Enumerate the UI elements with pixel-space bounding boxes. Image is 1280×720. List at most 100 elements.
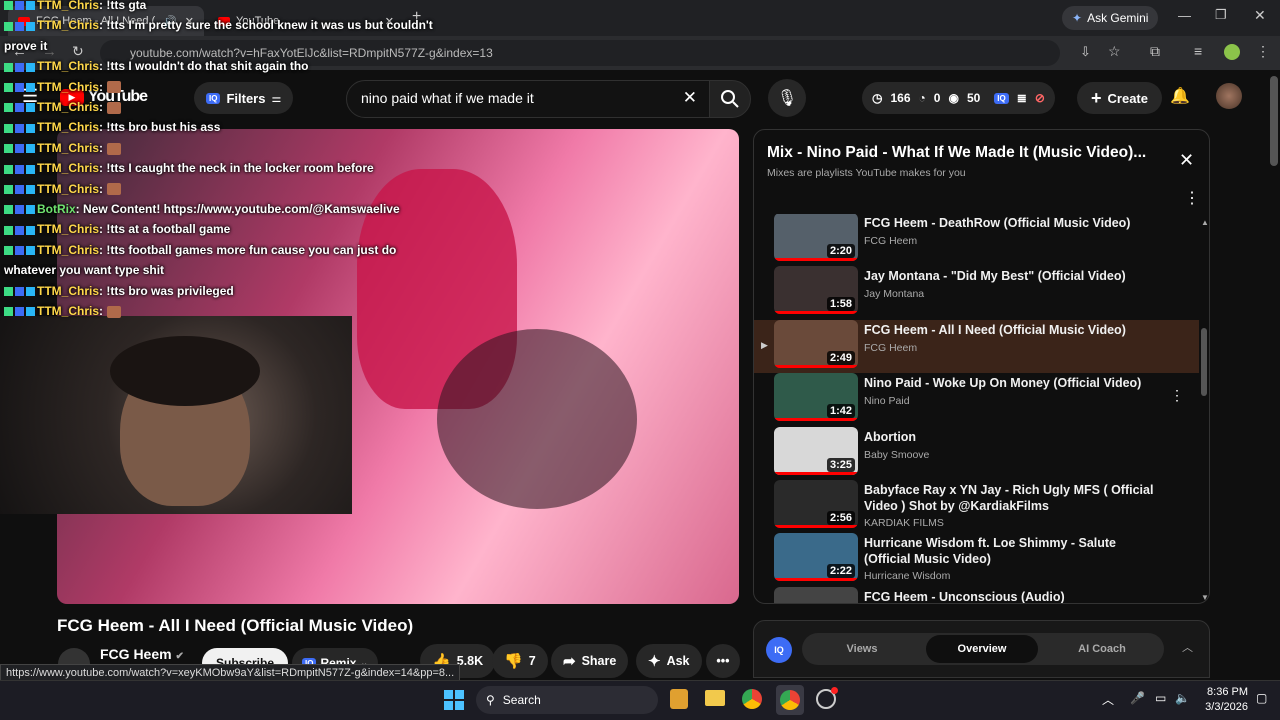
video-thumbnail[interactable] bbox=[774, 586, 858, 603]
chat-text: : !tts bro was privileged bbox=[99, 283, 234, 298]
chat-message: TTM_Chris: bbox=[4, 100, 122, 114]
video-thumbnail[interactable]: 2:22 bbox=[774, 533, 858, 582]
more-actions-button[interactable]: ••• bbox=[706, 644, 740, 678]
iq-badge-icon bbox=[15, 205, 24, 215]
windows-start-icon[interactable] bbox=[444, 690, 464, 710]
chrome-active-icon[interactable] bbox=[776, 685, 804, 715]
playlist-menu-icon[interactable]: ⋮ bbox=[1184, 188, 1200, 208]
tab-ai-coach[interactable]: AI Coach bbox=[1042, 633, 1162, 665]
share-label: Share bbox=[581, 654, 617, 668]
account-avatar[interactable] bbox=[1216, 83, 1242, 109]
chat-username[interactable]: TTM_Chris bbox=[37, 80, 99, 94]
chat-username[interactable]: TTM_Chris bbox=[37, 243, 99, 257]
store-icon[interactable] bbox=[670, 689, 688, 709]
browser-menu-icon[interactable]: ⋮ bbox=[1256, 43, 1270, 60]
chat-text: : !tts I'm pretty sure the school knew i… bbox=[99, 18, 433, 33]
item-menu-icon[interactable]: ⋮ bbox=[1170, 387, 1184, 404]
install-icon[interactable]: ⇩ bbox=[1080, 44, 1091, 60]
reload-icon[interactable]: ↻ bbox=[72, 43, 84, 60]
bookmark-star-icon[interactable]: ☆ bbox=[1108, 43, 1121, 60]
chat-username[interactable]: TTM_Chris bbox=[37, 161, 99, 175]
scroll-up-icon[interactable]: ▲ bbox=[1201, 218, 1209, 227]
iq-badge-icon bbox=[15, 246, 24, 256]
playlist-item-title: FCG Heem - All I Need (Official Music Vi… bbox=[864, 322, 1126, 337]
video-thumbnail[interactable]: 1:58 bbox=[774, 266, 858, 315]
minimize-button[interactable]: — bbox=[1178, 8, 1191, 23]
media-controls-icon[interactable]: ≡ bbox=[1194, 43, 1202, 59]
playlist-item-channel: KARDIAK FILMS bbox=[864, 517, 944, 529]
duration-badge: 2:49 bbox=[826, 350, 855, 365]
file-explorer-icon[interactable] bbox=[705, 690, 725, 706]
mic-tray-icon[interactable]: 🎤 bbox=[1130, 691, 1145, 705]
playlist-item-channel: Hurricane Wisdom bbox=[864, 570, 951, 583]
tab-overview[interactable]: Overview bbox=[926, 635, 1038, 663]
close-playlist-icon[interactable]: ✕ bbox=[1179, 150, 1194, 171]
kick-badge-icon bbox=[4, 164, 13, 174]
chat-username[interactable]: TTM_Chris bbox=[37, 222, 99, 236]
page-scrollbar[interactable] bbox=[1270, 76, 1278, 166]
playlist-item[interactable]: 1:42 Nino Paid - Woke Up On Money (Offici… bbox=[754, 373, 1199, 426]
tray-chevron-up-icon[interactable]: ︿ bbox=[1102, 691, 1114, 708]
chat-username[interactable]: TTM_Chris bbox=[37, 141, 99, 155]
chat-username[interactable]: TTM_Chris bbox=[37, 182, 99, 196]
restore-button[interactable]: ❐ bbox=[1215, 7, 1227, 23]
clear-search-icon[interactable]: ✕ bbox=[683, 88, 697, 108]
notification-center-icon[interactable]: ▢ bbox=[1256, 691, 1267, 705]
chat-username[interactable]: BotRix bbox=[37, 202, 76, 216]
diamond-badge-icon bbox=[26, 164, 35, 174]
video-thumbnail[interactable]: 2:56 bbox=[774, 480, 858, 528]
chat-username[interactable]: TTM_Chris bbox=[37, 120, 99, 134]
chat-username[interactable]: TTM_Chris bbox=[37, 59, 99, 73]
chat-username[interactable]: TTM_Chris bbox=[37, 304, 99, 318]
close-window-button[interactable]: ✕ bbox=[1254, 7, 1266, 24]
ask-button[interactable]: ✦ Ask bbox=[636, 644, 702, 678]
scroll-down-icon[interactable]: ▼ bbox=[1201, 593, 1209, 602]
ask-gemini-button[interactable]: ✦ Ask Gemini bbox=[1062, 6, 1159, 30]
network-icon[interactable]: ▭ bbox=[1155, 691, 1166, 705]
chat-message: TTM_Chris: !tts bro bust his ass bbox=[4, 120, 220, 134]
chat-username[interactable]: TTM_Chris bbox=[37, 18, 99, 32]
app-icon[interactable] bbox=[816, 687, 838, 709]
extensions-icon[interactable]: ⧉ bbox=[1150, 43, 1160, 60]
tab-views[interactable]: Views bbox=[802, 633, 922, 665]
playlist-item[interactable]: 2:20 FCG Heem - DeathRow (Official Music … bbox=[754, 214, 1199, 266]
volume-icon[interactable]: 🔈 bbox=[1175, 691, 1190, 705]
playlist-item[interactable]: 2:56 Babyface Ray x YN Jay - Rich Ugly MF… bbox=[754, 480, 1199, 533]
playlist-item[interactable]: FCG Heem - Unconscious (Audio) #NoHardFe… bbox=[754, 586, 1199, 603]
playlist-item[interactable]: 2:22 Hurricane Wisdom ft. Loe Shimmy - Sa… bbox=[754, 533, 1199, 586]
iq-stats-bar[interactable]: ◷ 166 ◔ 0 ◉ 50 IQ ≣ ⊘ bbox=[862, 82, 1055, 114]
clock[interactable]: 8:36 PM 3/3/2026 bbox=[1200, 685, 1248, 715]
create-button[interactable]: + Create bbox=[1077, 82, 1162, 114]
chat-message: TTM_Chris: !tts I caught the neck in the… bbox=[4, 161, 374, 175]
dislike-button[interactable]: 👎 7 bbox=[492, 644, 548, 678]
chat-message: whatever you want type shit bbox=[4, 263, 164, 277]
search-button[interactable] bbox=[709, 80, 751, 118]
share-button[interactable]: ➦ Share bbox=[551, 644, 629, 678]
chrome-icon[interactable] bbox=[742, 689, 762, 709]
voice-search-button[interactable]: 🎙 bbox=[768, 79, 806, 117]
video-thumbnail[interactable]: 2:20 bbox=[774, 214, 858, 261]
chat-message: TTM_Chris: !tts gta bbox=[4, 0, 146, 12]
iq-badge-icon bbox=[15, 286, 24, 296]
playlist-item[interactable]: ▶ 2:49 FCG Heem - All I Need (Official Mus… bbox=[754, 319, 1199, 373]
filters-button[interactable]: IQ Filters ⚌ bbox=[194, 82, 294, 114]
chat-username[interactable]: TTM_Chris bbox=[37, 284, 99, 298]
notifications-bell-icon[interactable]: 🔔 bbox=[1170, 86, 1190, 106]
video-thumbnail[interactable]: 1:42 bbox=[774, 373, 858, 422]
chat-username[interactable]: TTM_Chris bbox=[37, 100, 99, 114]
video-thumbnail[interactable]: 3:25 bbox=[774, 426, 858, 475]
search-input[interactable]: nino paid what if we made it ✕ bbox=[346, 80, 710, 118]
video-thumbnail[interactable]: 2:49 bbox=[774, 319, 858, 368]
playlist-item[interactable]: 1:58 Jay Montana - "Did My Best" (Officia… bbox=[754, 266, 1199, 319]
channel-name-row[interactable]: FCG Heem ✔ bbox=[100, 646, 184, 662]
playlist-scrollbar[interactable] bbox=[1201, 328, 1207, 396]
profile-avatar-icon[interactable] bbox=[1224, 44, 1240, 60]
iq-badge-icon bbox=[15, 1, 24, 11]
chat-text: : !tts I wouldn't do that shit again tho bbox=[99, 59, 309, 74]
chat-username[interactable]: TTM_Chris bbox=[37, 0, 99, 12]
iq-badge-icon bbox=[15, 225, 24, 235]
collapse-chevron-icon[interactable]: ︿ bbox=[1182, 639, 1193, 655]
chat-text: : !tts football games more fun cause you… bbox=[99, 242, 397, 257]
playlist-item[interactable]: 3:25 Abortion Baby Smoove bbox=[754, 426, 1199, 480]
taskbar-search[interactable]: ⚲ Search bbox=[476, 686, 658, 714]
